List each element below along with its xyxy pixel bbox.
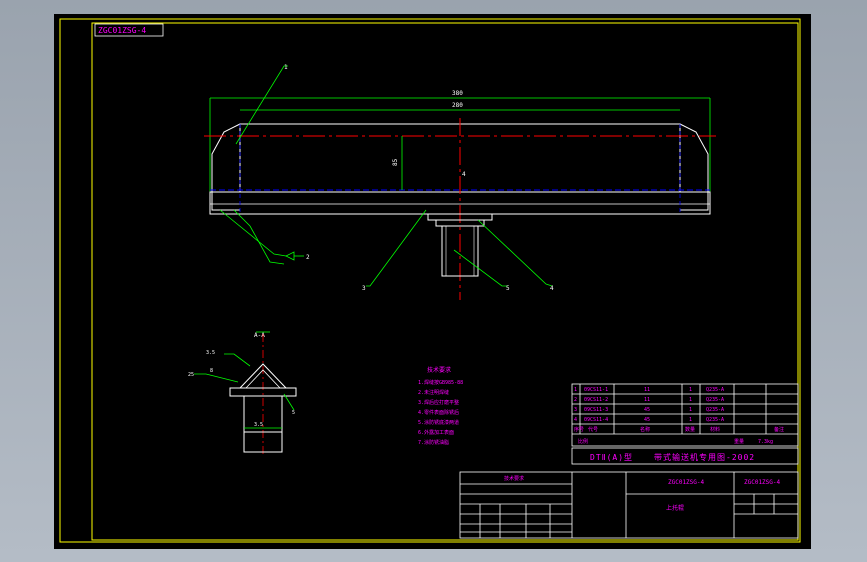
title-left: DTⅡ(A)型 — [590, 453, 633, 462]
leader-3 — [233, 209, 285, 265]
part-row-1-no: 1 — [574, 387, 577, 393]
part-row-2-mat: Q235-A — [706, 397, 724, 403]
leader-2 — [219, 209, 287, 257]
detail-leader-2 — [194, 373, 239, 383]
right-endcap[interactable] — [679, 123, 709, 211]
note-line: 2.未注明焊缝 — [418, 389, 449, 396]
left-endcap[interactable] — [211, 123, 241, 211]
note-line: 4.零件表面除锈后 — [418, 409, 459, 416]
title-block-heading: 技术要求 — [504, 475, 524, 482]
callout-1: 1 — [284, 64, 288, 71]
detail-leader-1 — [224, 353, 251, 367]
part-row-3-name: 45 — [644, 407, 650, 413]
notes-heading: 技术要求 — [427, 366, 451, 374]
part-row-4-mat: Q235-A — [706, 417, 724, 423]
drawing-number-right: ZGC01ZSG-4 — [744, 479, 781, 486]
parts-header-mat: 材料 — [710, 426, 720, 433]
note-line: 6.外露加工表面 — [418, 429, 454, 436]
callout-4: 4 — [550, 285, 554, 292]
part-row-3-qty: 1 — [689, 407, 692, 413]
title-right: 带式输送机专用图-2002 — [654, 452, 755, 462]
leader-1 — [235, 65, 288, 145]
callout-3: 3 — [362, 285, 366, 292]
part-row-1-code: 09CS11-1 — [584, 387, 608, 393]
part-row-3-no: 3 — [574, 407, 577, 413]
detail-label-3: 8 — [210, 368, 213, 374]
callout-2: 2 — [306, 254, 310, 261]
parts-header-name: 名称 — [640, 426, 650, 433]
outer-frame — [59, 18, 801, 543]
detail-label-2: 25 — [188, 372, 194, 378]
note-line: 1.焊缝按GB985-88 — [418, 379, 463, 386]
weight-value: 7.3kg — [758, 439, 773, 445]
part-row-3-code: 09CS11-3 — [584, 407, 608, 413]
parts-header-code: 代号 — [588, 426, 598, 433]
callout-5: 5 — [506, 285, 510, 292]
part-row-2-name: 11 — [644, 397, 650, 403]
detail-label-5: 3.5 — [254, 422, 263, 428]
part-row-3-mat: Q235-A — [706, 407, 724, 413]
inner-frame — [91, 22, 799, 541]
part-row-4-code: 09CS11-4 — [584, 417, 608, 423]
parts-header-no: 序号 — [574, 426, 584, 433]
part-row-2-qty: 1 — [689, 397, 692, 403]
notes-list: 1.焊缝按GB985-88 2.未注明焊缝 3.焊后应打磨平整 4.零件表面除锈… — [418, 379, 463, 446]
parts-header-qty: 数量 — [685, 426, 695, 433]
detail-label-4: 5 — [292, 410, 295, 416]
note-line: 3.焊后应打磨平整 — [418, 399, 459, 406]
part-row-1-name: 11 — [644, 387, 650, 393]
part-row-2-no: 2 — [574, 397, 577, 403]
note-line: 5.涂防锈底漆两道 — [418, 419, 459, 426]
part-row-2-code: 09CS11-2 — [584, 397, 608, 403]
part-row-4-name: 45 — [644, 417, 650, 423]
part-row-1-qty: 1 — [689, 387, 692, 393]
drawing-sheet: ZGC01ZSG-4 380 280 85 4 1 2 3 4 5 A-A 3.… — [59, 18, 801, 543]
part-row-4-no: 4 — [574, 417, 577, 423]
scale-label: 比例 — [578, 438, 588, 445]
cad-drawing-area[interactable]: ZGC01ZSG-4 380 280 85 4 1 2 3 4 5 A-A 3.… — [54, 14, 811, 549]
dim-side-text: 4 — [462, 171, 466, 178]
parts-header-note: 备注 — [774, 426, 784, 433]
dim-height-text: 85 — [392, 158, 399, 166]
viewport: ZGC01ZSG-4 380 280 85 4 1 2 3 4 5 A-A 3.… — [0, 0, 867, 562]
weight-label: 重量 — [734, 438, 744, 445]
weld-symbol-icon — [285, 251, 295, 261]
dim-inner-text: 280 — [452, 102, 463, 109]
leader-4 — [366, 209, 427, 287]
code-box-text: ZGC01ZSG-4 — [98, 26, 146, 35]
drawing-number: ZGC01ZSG-4 — [668, 479, 705, 486]
part-name: 上托辊 — [666, 504, 684, 512]
dim-overall-text: 380 — [452, 90, 463, 97]
note-line: 7.涂防锈油脂 — [418, 439, 449, 446]
section-label: A-A — [254, 332, 265, 339]
detail-label-1: 3.5 — [206, 350, 215, 356]
parts-rows: 1 09CS11-1 11 1 Q235-A 2 09CS11-2 11 1 Q… — [574, 387, 784, 445]
part-row-4-qty: 1 — [689, 417, 692, 423]
parts-list — [571, 383, 799, 447]
part-row-1-mat: Q235-A — [706, 387, 724, 393]
leader-6 — [453, 249, 508, 287]
